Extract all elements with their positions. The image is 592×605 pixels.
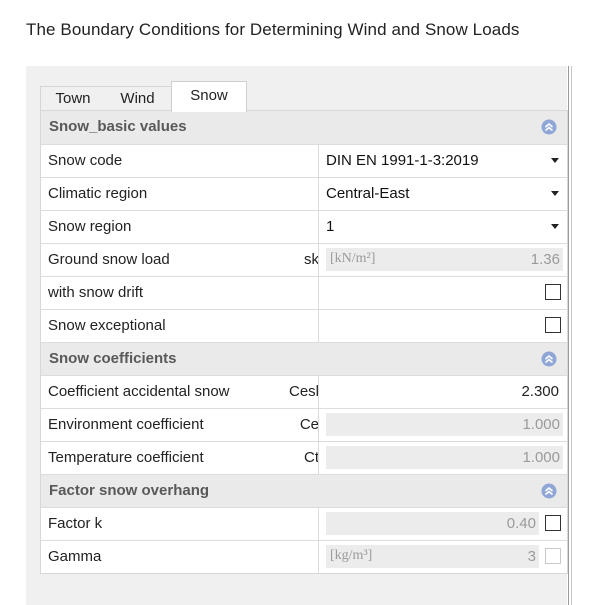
readonly-field: [kg/m³] 3 bbox=[326, 545, 539, 568]
dropdown-value: Central-East bbox=[326, 185, 410, 202]
climatic-region-dropdown[interactable]: Central-East bbox=[319, 178, 567, 210]
properties-panel: Town Wind Snow Snow_basic values Snow co… bbox=[26, 66, 568, 605]
section-snow-basic-values[interactable]: Snow_basic values bbox=[41, 111, 567, 144]
chevron-down-icon[interactable] bbox=[551, 191, 559, 196]
unit-label: [kg/m³] bbox=[330, 548, 373, 563]
gamma-field: [kg/m³] 3 bbox=[319, 541, 567, 573]
row-snow-exceptional: Snow exceptional bbox=[41, 309, 567, 342]
row-snow-code: Snow code DIN EN 1991-1-3:2019 bbox=[41, 144, 567, 177]
row-label: Snow exceptional bbox=[48, 317, 166, 334]
double-chevron-up-icon[interactable] bbox=[541, 351, 557, 367]
snow-code-dropdown[interactable]: DIN EN 1991-1-3:2019 bbox=[319, 145, 567, 177]
input-value: 2.300 bbox=[521, 383, 559, 400]
double-chevron-up-icon[interactable] bbox=[541, 483, 557, 499]
property-grid: Snow_basic values Snow code DIN EN 1991-… bbox=[40, 110, 568, 574]
row-label: Snow region bbox=[48, 218, 132, 235]
row-symbol: Cesl bbox=[288, 383, 319, 400]
row-label: Climatic region bbox=[48, 185, 148, 202]
snow-drift-checkbox[interactable] bbox=[545, 284, 561, 300]
row-symbol: Ce bbox=[299, 416, 319, 433]
row-symbol: Ct bbox=[304, 449, 319, 466]
ground-snow-load-field: [kN/m²] 1.36 bbox=[319, 244, 567, 276]
unit-label: [kN/m²] bbox=[330, 251, 376, 266]
chevron-down-icon[interactable] bbox=[551, 158, 559, 163]
row-label: with snow drift bbox=[48, 284, 144, 301]
chevron-down-icon[interactable] bbox=[551, 224, 559, 229]
tab-wind[interactable]: Wind bbox=[104, 86, 172, 110]
tab-snow[interactable]: Snow bbox=[171, 81, 247, 112]
readonly-field: 1.000 bbox=[326, 413, 563, 436]
readonly-field: [kN/m²] 1.36 bbox=[326, 248, 563, 271]
readonly-value: 1.000 bbox=[522, 449, 560, 466]
row-label: Temperature coefficient bbox=[48, 449, 204, 466]
snow-exceptional-checkbox[interactable] bbox=[545, 317, 561, 333]
window-right-border bbox=[568, 66, 572, 605]
temperature-coefficient-field: 1.000 bbox=[319, 442, 567, 474]
readonly-field: 1.000 bbox=[326, 446, 563, 469]
row-label: Ground snow load bbox=[48, 251, 170, 268]
readonly-value: 1.36 bbox=[530, 251, 560, 268]
value-cell bbox=[319, 277, 567, 309]
row-label: Environment coefficient bbox=[48, 416, 204, 433]
value-cell bbox=[319, 310, 567, 342]
accidental-snow-input[interactable]: 2.300 bbox=[319, 376, 567, 408]
readonly-value: 0.40 bbox=[506, 515, 536, 532]
snow-region-dropdown[interactable]: 1 bbox=[319, 211, 567, 243]
dropdown-value: 1 bbox=[326, 218, 335, 235]
row-symbol: sk bbox=[304, 251, 319, 268]
readonly-value: 1.000 bbox=[522, 416, 560, 433]
window-title: The Boundary Conditions for Determining … bbox=[26, 20, 520, 39]
section-title: Snow_basic values bbox=[49, 118, 187, 135]
row-label: Gamma bbox=[48, 548, 102, 565]
section-title: Factor snow overhang bbox=[49, 482, 210, 499]
section-snow-coefficients[interactable]: Snow coefficients bbox=[41, 342, 567, 375]
tab-town[interactable]: Town bbox=[40, 86, 106, 110]
row-label: Snow code bbox=[48, 152, 123, 169]
section-title: Snow coefficients bbox=[49, 350, 177, 367]
section-factor-snow-overhang[interactable]: Factor snow overhang bbox=[41, 474, 567, 507]
row-label: Coefficient accidental snow bbox=[48, 383, 230, 400]
row-climatic-region: Climatic region Central-East bbox=[41, 177, 567, 210]
row-with-snow-drift: with snow drift bbox=[41, 276, 567, 309]
row-coefficient-accidental-snow: Coefficient accidental snow Cesl 2.300 bbox=[41, 375, 567, 408]
row-gamma: Gamma [kg/m³] 3 bbox=[41, 540, 567, 573]
row-label: Factor k bbox=[48, 515, 103, 532]
row-ground-snow-load: Ground snow load sk [kN/m²] 1.36 bbox=[41, 243, 567, 276]
gamma-checkbox[interactable] bbox=[545, 548, 561, 564]
dropdown-value: DIN EN 1991-1-3:2019 bbox=[326, 152, 479, 169]
row-factor-k: Factor k 0.40 bbox=[41, 507, 567, 540]
environment-coefficient-field: 1.000 bbox=[319, 409, 567, 441]
factor-k-field: 0.40 bbox=[319, 508, 567, 540]
double-chevron-up-icon[interactable] bbox=[541, 119, 557, 135]
row-environment-coefficient: Environment coefficient Ce 1.000 bbox=[41, 408, 567, 441]
row-temperature-coefficient: Temperature coefficient Ct 1.000 bbox=[41, 441, 567, 474]
readonly-value: 3 bbox=[527, 548, 536, 565]
readonly-field: 0.40 bbox=[326, 512, 539, 535]
factor-k-checkbox[interactable] bbox=[545, 515, 561, 531]
row-snow-region: Snow region 1 bbox=[41, 210, 567, 243]
